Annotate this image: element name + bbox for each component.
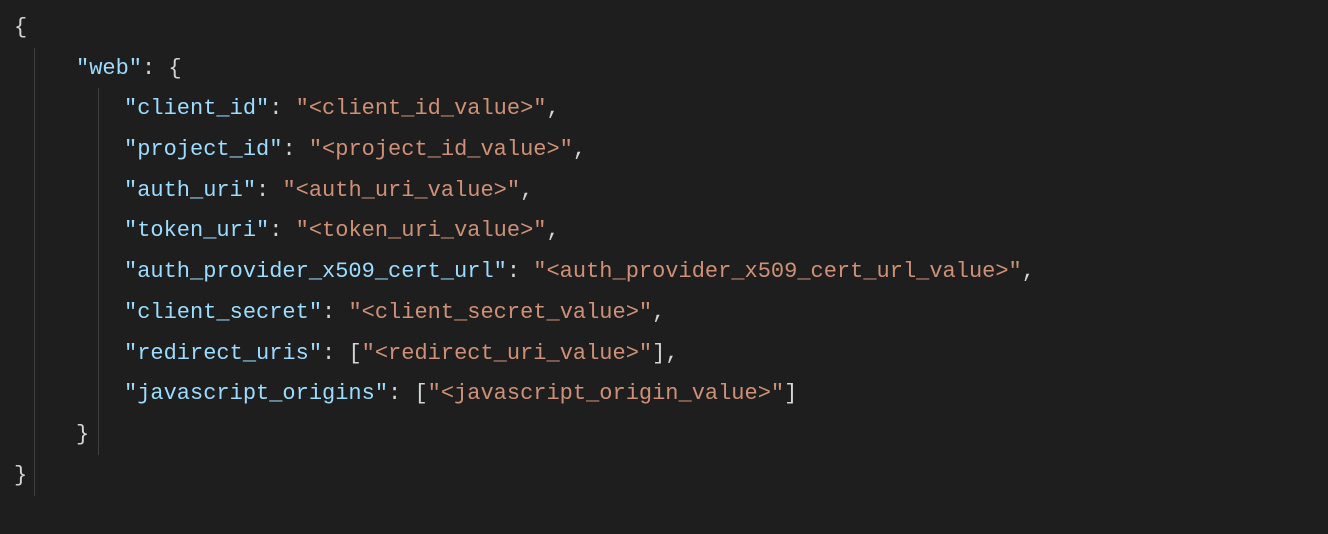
code-line: "javascript_origins": ["<javascript_orig… <box>14 374 1314 415</box>
json-key-client-secret: "client_secret" <box>124 300 322 325</box>
code-line: } <box>14 415 1314 456</box>
json-value: "<auth_provider_x509_cert_url_value>" <box>533 259 1021 284</box>
code-line: "redirect_uris": ["<redirect_uri_value>"… <box>14 334 1314 375</box>
json-key-client-id: "client_id" <box>124 96 269 121</box>
brace-close: } <box>14 463 27 488</box>
space <box>335 341 348 366</box>
bracket-open: [ <box>348 341 361 366</box>
space <box>335 300 348 325</box>
json-value: "<redirect_uri_value>" <box>362 341 652 366</box>
bracket-close: ] <box>652 341 665 366</box>
json-value: "<auth_uri_value>" <box>282 178 520 203</box>
brace-open: { <box>14 15 27 40</box>
space <box>155 56 168 81</box>
colon: : <box>322 341 335 366</box>
comma: , <box>546 96 559 121</box>
comma: , <box>546 218 559 243</box>
code-line: "auth_uri": "<auth_uri_value>", <box>14 171 1314 212</box>
json-key-auth-uri: "auth_uri" <box>124 178 256 203</box>
colon: : <box>269 96 282 121</box>
json-value: "<token_uri_value>" <box>296 218 547 243</box>
json-value: "<client_id_value>" <box>296 96 547 121</box>
colon: : <box>269 218 282 243</box>
json-key-project-id: "project_id" <box>124 137 282 162</box>
colon: : <box>256 178 269 203</box>
code-line: "project_id": "<project_id_value>", <box>14 130 1314 171</box>
code-line: "auth_provider_x509_cert_url": "<auth_pr… <box>14 252 1314 293</box>
json-key-token-uri: "token_uri" <box>124 218 269 243</box>
space <box>520 259 533 284</box>
space <box>282 218 295 243</box>
code-editor[interactable]: { "web": { "client_id": "<client_id_valu… <box>14 8 1314 496</box>
json-value: "<project_id_value>" <box>309 137 573 162</box>
colon: : <box>388 381 401 406</box>
json-key-javascript-origins: "javascript_origins" <box>124 381 388 406</box>
space <box>282 96 295 121</box>
code-line: "client_id": "<client_id_value>", <box>14 89 1314 130</box>
space <box>401 381 414 406</box>
comma: , <box>652 300 665 325</box>
json-value: "<client_secret_value>" <box>348 300 652 325</box>
bracket-close: ] <box>784 381 797 406</box>
code-line: { <box>14 8 1314 49</box>
brace-open: { <box>168 56 181 81</box>
colon: : <box>507 259 520 284</box>
comma: , <box>665 341 678 366</box>
code-line: "web": { <box>14 49 1314 90</box>
comma: , <box>1022 259 1035 284</box>
colon: : <box>142 56 155 81</box>
json-key-web: "web" <box>76 56 142 81</box>
comma: , <box>573 137 586 162</box>
json-key-auth-provider-cert-url: "auth_provider_x509_cert_url" <box>124 259 507 284</box>
space <box>296 137 309 162</box>
brace-close: } <box>76 422 89 447</box>
space <box>269 178 282 203</box>
colon: : <box>282 137 295 162</box>
comma: , <box>520 178 533 203</box>
colon: : <box>322 300 335 325</box>
code-line: "token_uri": "<token_uri_value>", <box>14 211 1314 252</box>
json-value: "<javascript_origin_value>" <box>428 381 784 406</box>
bracket-open: [ <box>414 381 427 406</box>
code-line: } <box>14 456 1314 497</box>
code-line: "client_secret": "<client_secret_value>"… <box>14 293 1314 334</box>
json-key-redirect-uris: "redirect_uris" <box>124 341 322 366</box>
